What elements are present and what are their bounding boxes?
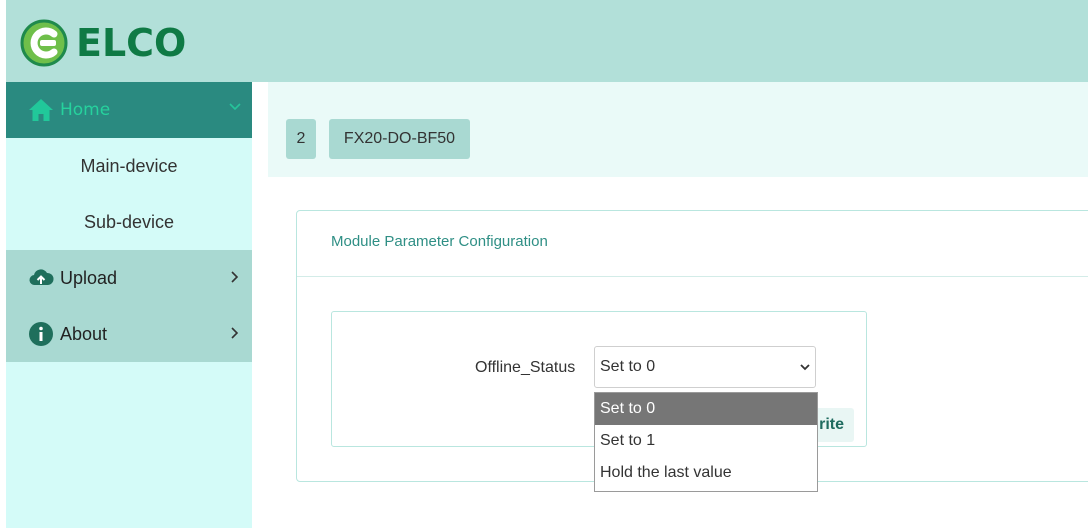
cloud-upload-icon <box>29 269 54 286</box>
sidebar-subitem-main-device[interactable]: Main-device <box>6 138 252 194</box>
brand-name: ELCO <box>76 21 187 65</box>
sidebar-item-label: About <box>60 323 108 344</box>
home-icon <box>29 99 53 121</box>
card-title: Module Parameter Configuration <box>331 233 548 250</box>
sidebar-item-label: Upload <box>60 267 118 288</box>
top-bar: ELCO <box>6 0 1088 82</box>
sidebar-item-upload[interactable]: Upload <box>6 250 252 306</box>
device-breadcrumb: 2 FX20-DO-BF50 <box>268 82 1088 177</box>
info-icon <box>29 322 53 346</box>
chevron-down-icon <box>800 364 810 371</box>
brand-logo[interactable]: ELCO <box>20 18 186 68</box>
offline-status-dropdown: Set to 0 Set to 1 Hold the last value <box>594 392 818 492</box>
offline-status-label: Offline_Status <box>475 359 576 376</box>
dropdown-option-hold-last-value[interactable]: Hold the last value <box>595 457 817 489</box>
sidebar-item-label: Home <box>60 100 111 120</box>
sidebar-item-home[interactable]: Home <box>6 82 252 138</box>
sidebar: Home Main-device Sub-device Upload About <box>6 82 252 528</box>
sidebar-item-about[interactable]: About <box>6 306 252 362</box>
chevron-right-icon <box>231 271 239 283</box>
sidebar-subitem-sub-device[interactable]: Sub-device <box>6 194 252 250</box>
offline-status-select[interactable]: Set to 0 <box>594 346 816 388</box>
dropdown-option-set-to-1[interactable]: Set to 1 <box>595 425 817 457</box>
card-divider <box>297 276 1088 277</box>
dropdown-option-set-to-0[interactable]: Set to 0 <box>595 393 817 425</box>
device-name-badge[interactable]: FX20-DO-BF50 <box>329 119 470 159</box>
chevron-down-icon <box>229 103 241 111</box>
elco-logo-icon <box>20 19 68 67</box>
chevron-right-icon <box>231 327 239 339</box>
device-index-badge[interactable]: 2 <box>286 119 316 159</box>
select-value: Set to 0 <box>600 358 656 375</box>
